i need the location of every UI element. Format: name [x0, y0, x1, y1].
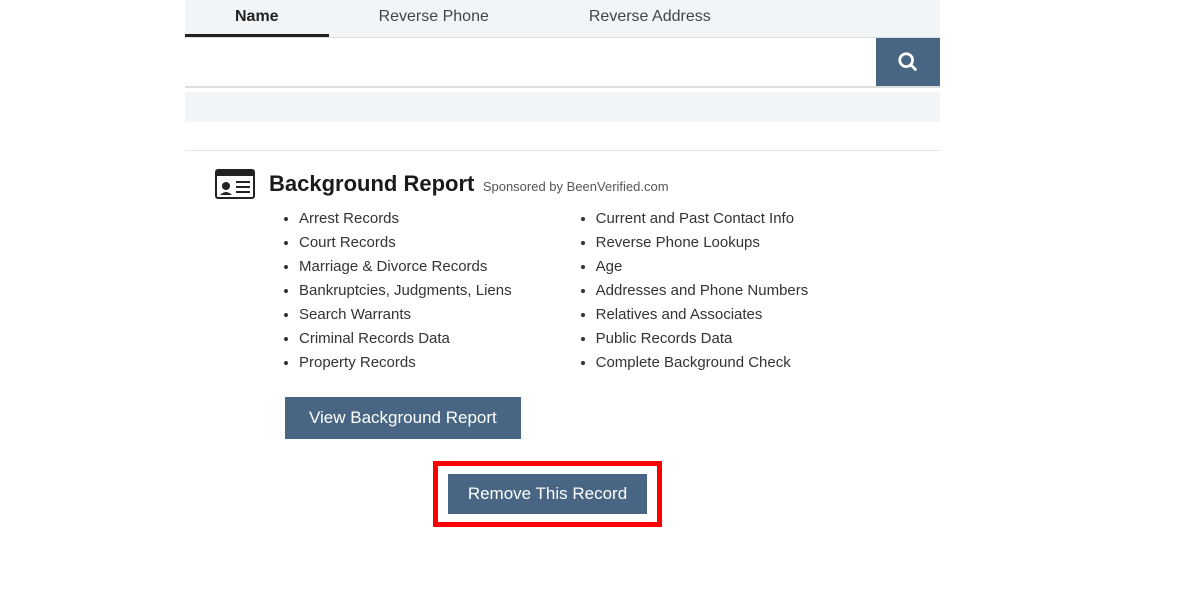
report-list-right: Current and Past Contact InfoReverse Pho…	[582, 207, 809, 375]
list-item: Complete Background Check	[596, 351, 809, 375]
list-item: Addresses and Phone Numbers	[596, 279, 809, 303]
report-list-left: Arrest RecordsCourt RecordsMarriage & Di…	[285, 207, 512, 375]
list-item: Age	[596, 255, 809, 279]
list-item: Bankruptcies, Judgments, Liens	[299, 279, 512, 303]
search-tabs: Name Reverse Phone Reverse Address	[185, 0, 940, 38]
list-item: Criminal Records Data	[299, 327, 512, 351]
view-background-report-button[interactable]: View Background Report	[285, 397, 521, 439]
search-icon	[897, 51, 919, 73]
search-bar	[185, 38, 940, 88]
report-title: Background Report	[269, 171, 474, 196]
list-item: Relatives and Associates	[596, 303, 809, 327]
sponsored-text: Sponsored by BeenVerified.com	[483, 179, 669, 194]
list-item: Reverse Phone Lookups	[596, 231, 809, 255]
list-item: Public Records Data	[596, 327, 809, 351]
background-report-section: Background Report Sponsored by BeenVerif…	[185, 169, 940, 439]
list-item: Court Records	[299, 231, 512, 255]
remove-this-record-button[interactable]: Remove This Record	[448, 474, 647, 514]
id-card-icon	[215, 169, 255, 199]
tab-name[interactable]: Name	[185, 0, 329, 37]
spacer-bar	[185, 92, 940, 122]
divider	[185, 150, 940, 151]
list-item: Property Records	[299, 351, 512, 375]
list-item: Arrest Records	[299, 207, 512, 231]
remove-highlight-box: Remove This Record	[433, 461, 662, 527]
list-item: Current and Past Contact Info	[596, 207, 809, 231]
search-button[interactable]	[876, 38, 940, 86]
list-item: Marriage & Divorce Records	[299, 255, 512, 279]
list-item: Search Warrants	[299, 303, 512, 327]
tab-reverse-address[interactable]: Reverse Address	[539, 0, 761, 37]
search-input[interactable]	[185, 38, 876, 86]
tab-reverse-phone[interactable]: Reverse Phone	[329, 0, 539, 37]
